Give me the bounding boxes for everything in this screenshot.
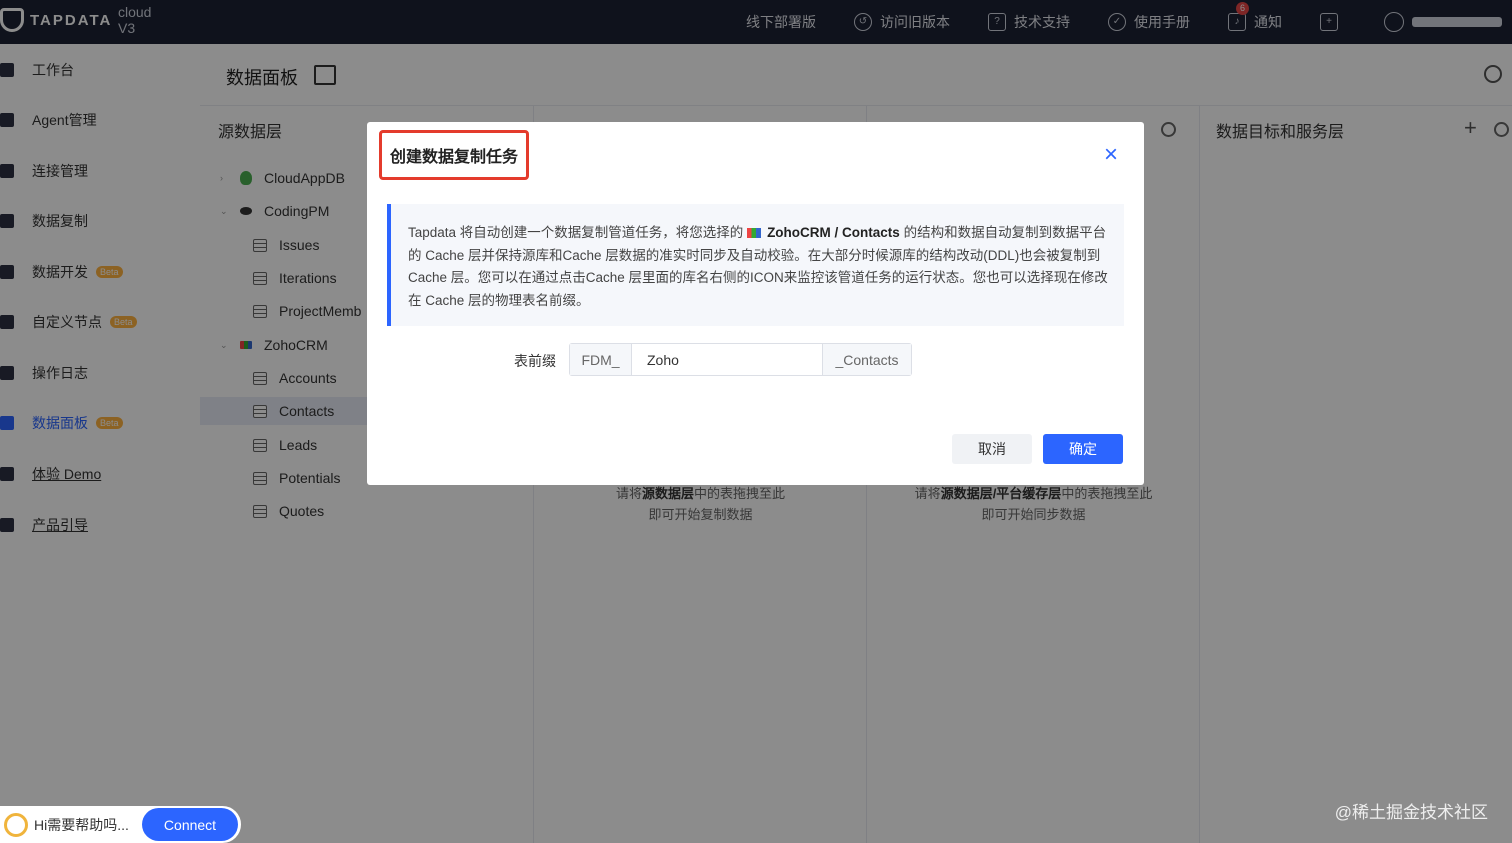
prefix-label: 表前缀 bbox=[514, 353, 556, 369]
watermark: @稀土掘金技术社区 bbox=[1334, 803, 1488, 822]
prefix-prepend: FDM_ bbox=[570, 344, 632, 375]
dialog-title: 创建数据复制任务 bbox=[379, 130, 530, 180]
info-source: ZohoCRM / Contacts bbox=[767, 225, 900, 240]
prefix-input[interactable] bbox=[632, 344, 822, 375]
create-replication-dialog: 创建数据复制任务 × Tapdata 将自动创建一个数据复制管道任务，将您选择的… bbox=[367, 122, 1144, 485]
close-icon[interactable]: × bbox=[1100, 143, 1122, 167]
confirm-button[interactable]: 确定 bbox=[1043, 434, 1123, 464]
help-widget: Hi需要帮助吗... Connect bbox=[0, 806, 241, 843]
help-text: Hi需要帮助吗... bbox=[34, 816, 129, 833]
info-text: Tapdata 将自动创建一个数据复制管道任务，将您选择的 bbox=[408, 225, 744, 240]
info-box: Tapdata 将自动创建一个数据复制管道任务，将您选择的 ZohoCRM / … bbox=[387, 204, 1124, 326]
zoho-icon bbox=[747, 228, 762, 239]
support-avatar-icon bbox=[4, 812, 28, 837]
prefix-append: _Contacts bbox=[822, 344, 911, 375]
prefix-input-group: FDM_ _Contacts bbox=[569, 343, 912, 376]
connect-button[interactable]: Connect bbox=[142, 808, 238, 841]
cancel-button[interactable]: 取消 bbox=[952, 434, 1032, 464]
